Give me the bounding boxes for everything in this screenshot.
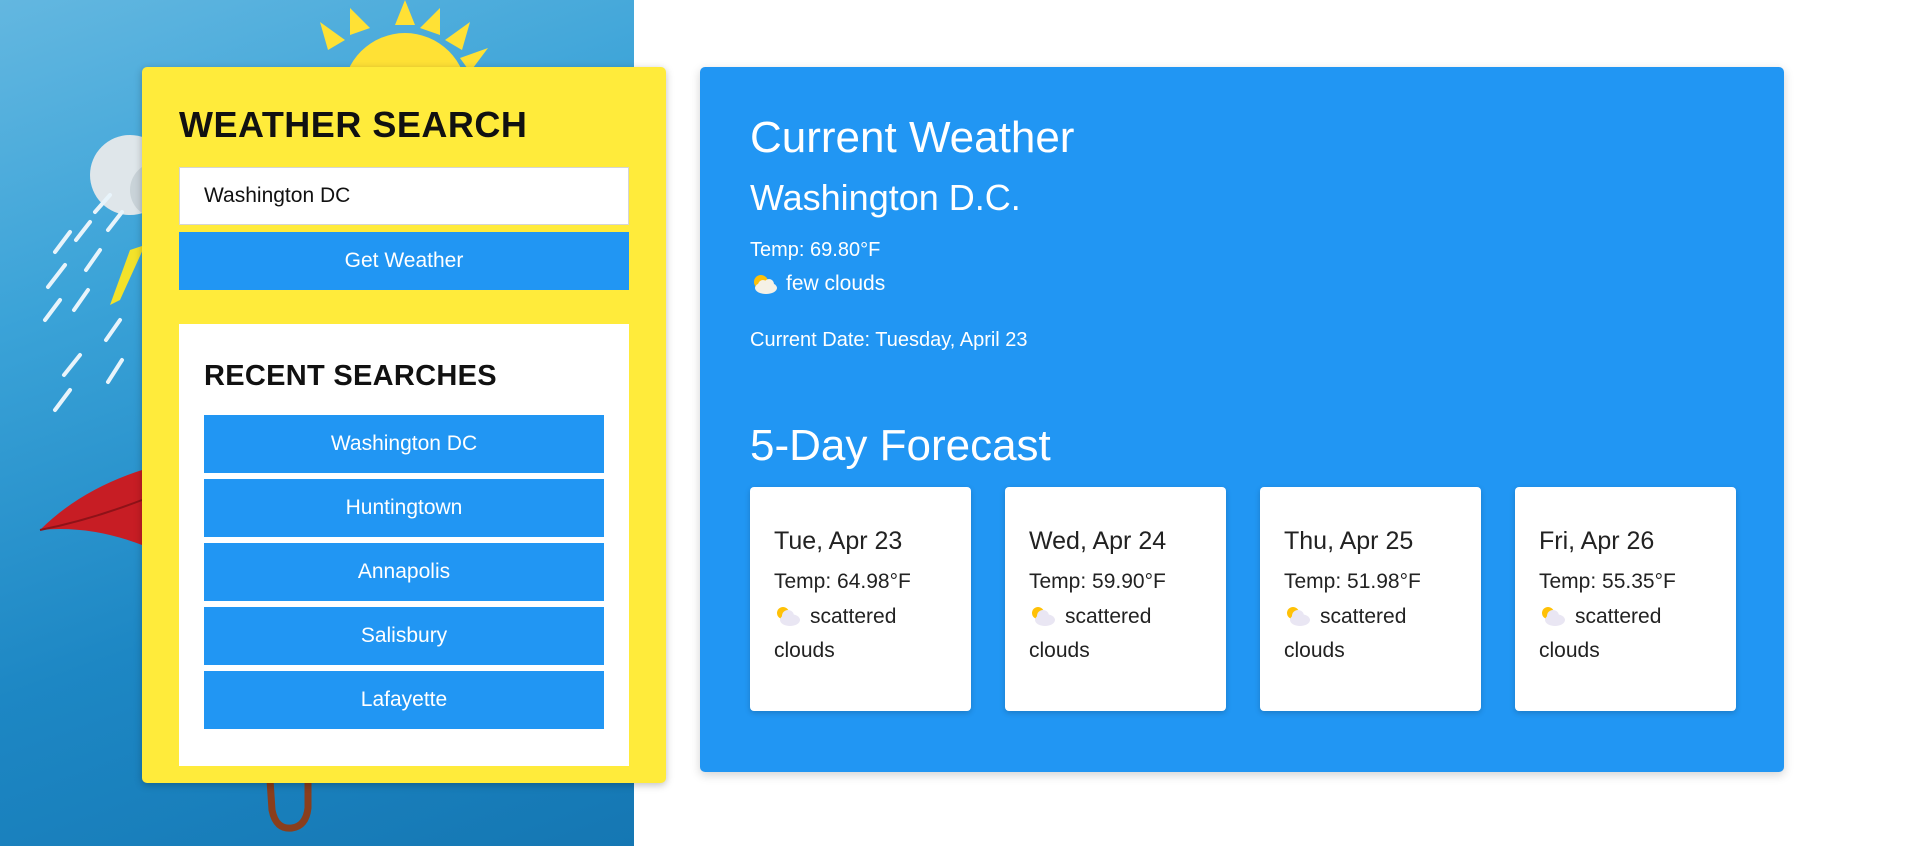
cloud-icon bbox=[1032, 607, 1055, 626]
forecast-date: Wed, Apr 24 bbox=[1029, 527, 1167, 555]
forecast-date: Thu, Apr 25 bbox=[1284, 527, 1414, 555]
city-search-input[interactable] bbox=[179, 167, 629, 225]
forecast-date: Fri, Apr 26 bbox=[1539, 527, 1655, 555]
forecast-condition: scattered clouds bbox=[774, 600, 947, 668]
forecast-condition: scattered clouds bbox=[1284, 600, 1457, 668]
rain-icon bbox=[43, 193, 124, 412]
forecast-date: Tue, Apr 23 bbox=[774, 527, 903, 555]
forecast-card: Fri, Apr 26 Temp: 55.35°F scattered clou… bbox=[1515, 487, 1736, 711]
recent-search-button[interactable]: Lafayette bbox=[204, 671, 604, 729]
forecast-temperature: Temp: 55.35°F bbox=[1539, 570, 1676, 593]
forecast-card: Tue, Apr 23 Temp: 64.98°F scattered clou… bbox=[750, 487, 971, 711]
forecast-card: Thu, Apr 25 Temp: 51.98°F scattered clou… bbox=[1260, 487, 1481, 711]
recent-search-button[interactable]: Huntingtown bbox=[204, 479, 604, 537]
forecast-temperature: Temp: 51.98°F bbox=[1284, 570, 1421, 593]
current-date: Current Date: Tuesday, April 23 bbox=[750, 329, 1028, 351]
recent-searches-list: Washington DC Huntingtown Annapolis Sali… bbox=[204, 415, 604, 735]
recent-searches-panel: RECENT SEARCHES Washington DC Huntingtow… bbox=[179, 324, 629, 766]
recent-search-button[interactable]: Washington DC bbox=[204, 415, 604, 473]
forecast-condition: scattered clouds bbox=[1539, 600, 1712, 668]
forecast-card: Wed, Apr 24 Temp: 59.90°F scattered clou… bbox=[1005, 487, 1226, 711]
forecast-condition: scattered clouds bbox=[1029, 600, 1202, 668]
recent-searches-title: RECENT SEARCHES bbox=[204, 360, 497, 392]
current-weather-title: Current Weather bbox=[750, 113, 1075, 162]
sun-behind-cloud-icon bbox=[754, 275, 777, 294]
search-title: WEATHER SEARCH bbox=[179, 104, 528, 145]
get-weather-button[interactable]: Get Weather bbox=[179, 232, 629, 290]
cloud-icon bbox=[777, 607, 800, 626]
forecast-temperature: Temp: 64.98°F bbox=[774, 570, 911, 593]
forecast-title: 5-Day Forecast bbox=[750, 421, 1051, 470]
current-condition-text: few clouds bbox=[786, 272, 886, 295]
weather-search-panel: WEATHER SEARCH Get Weather RECENT SEARCH… bbox=[142, 67, 666, 783]
recent-search-button[interactable]: Salisbury bbox=[204, 607, 604, 665]
forecast-list: Tue, Apr 23 Temp: 64.98°F scattered clou… bbox=[750, 487, 1736, 711]
current-condition: few clouds bbox=[750, 272, 885, 296]
current-temperature: Temp: 69.80°F bbox=[750, 239, 881, 261]
current-weather-panel: Current Weather Washington D.C. Temp: 69… bbox=[700, 67, 1784, 772]
cloud-icon bbox=[1287, 607, 1310, 626]
recent-search-button[interactable]: Annapolis bbox=[204, 543, 604, 601]
forecast-temperature: Temp: 59.90°F bbox=[1029, 570, 1166, 593]
city-name: Washington D.C. bbox=[750, 177, 1021, 218]
cloud-icon bbox=[1542, 607, 1565, 626]
